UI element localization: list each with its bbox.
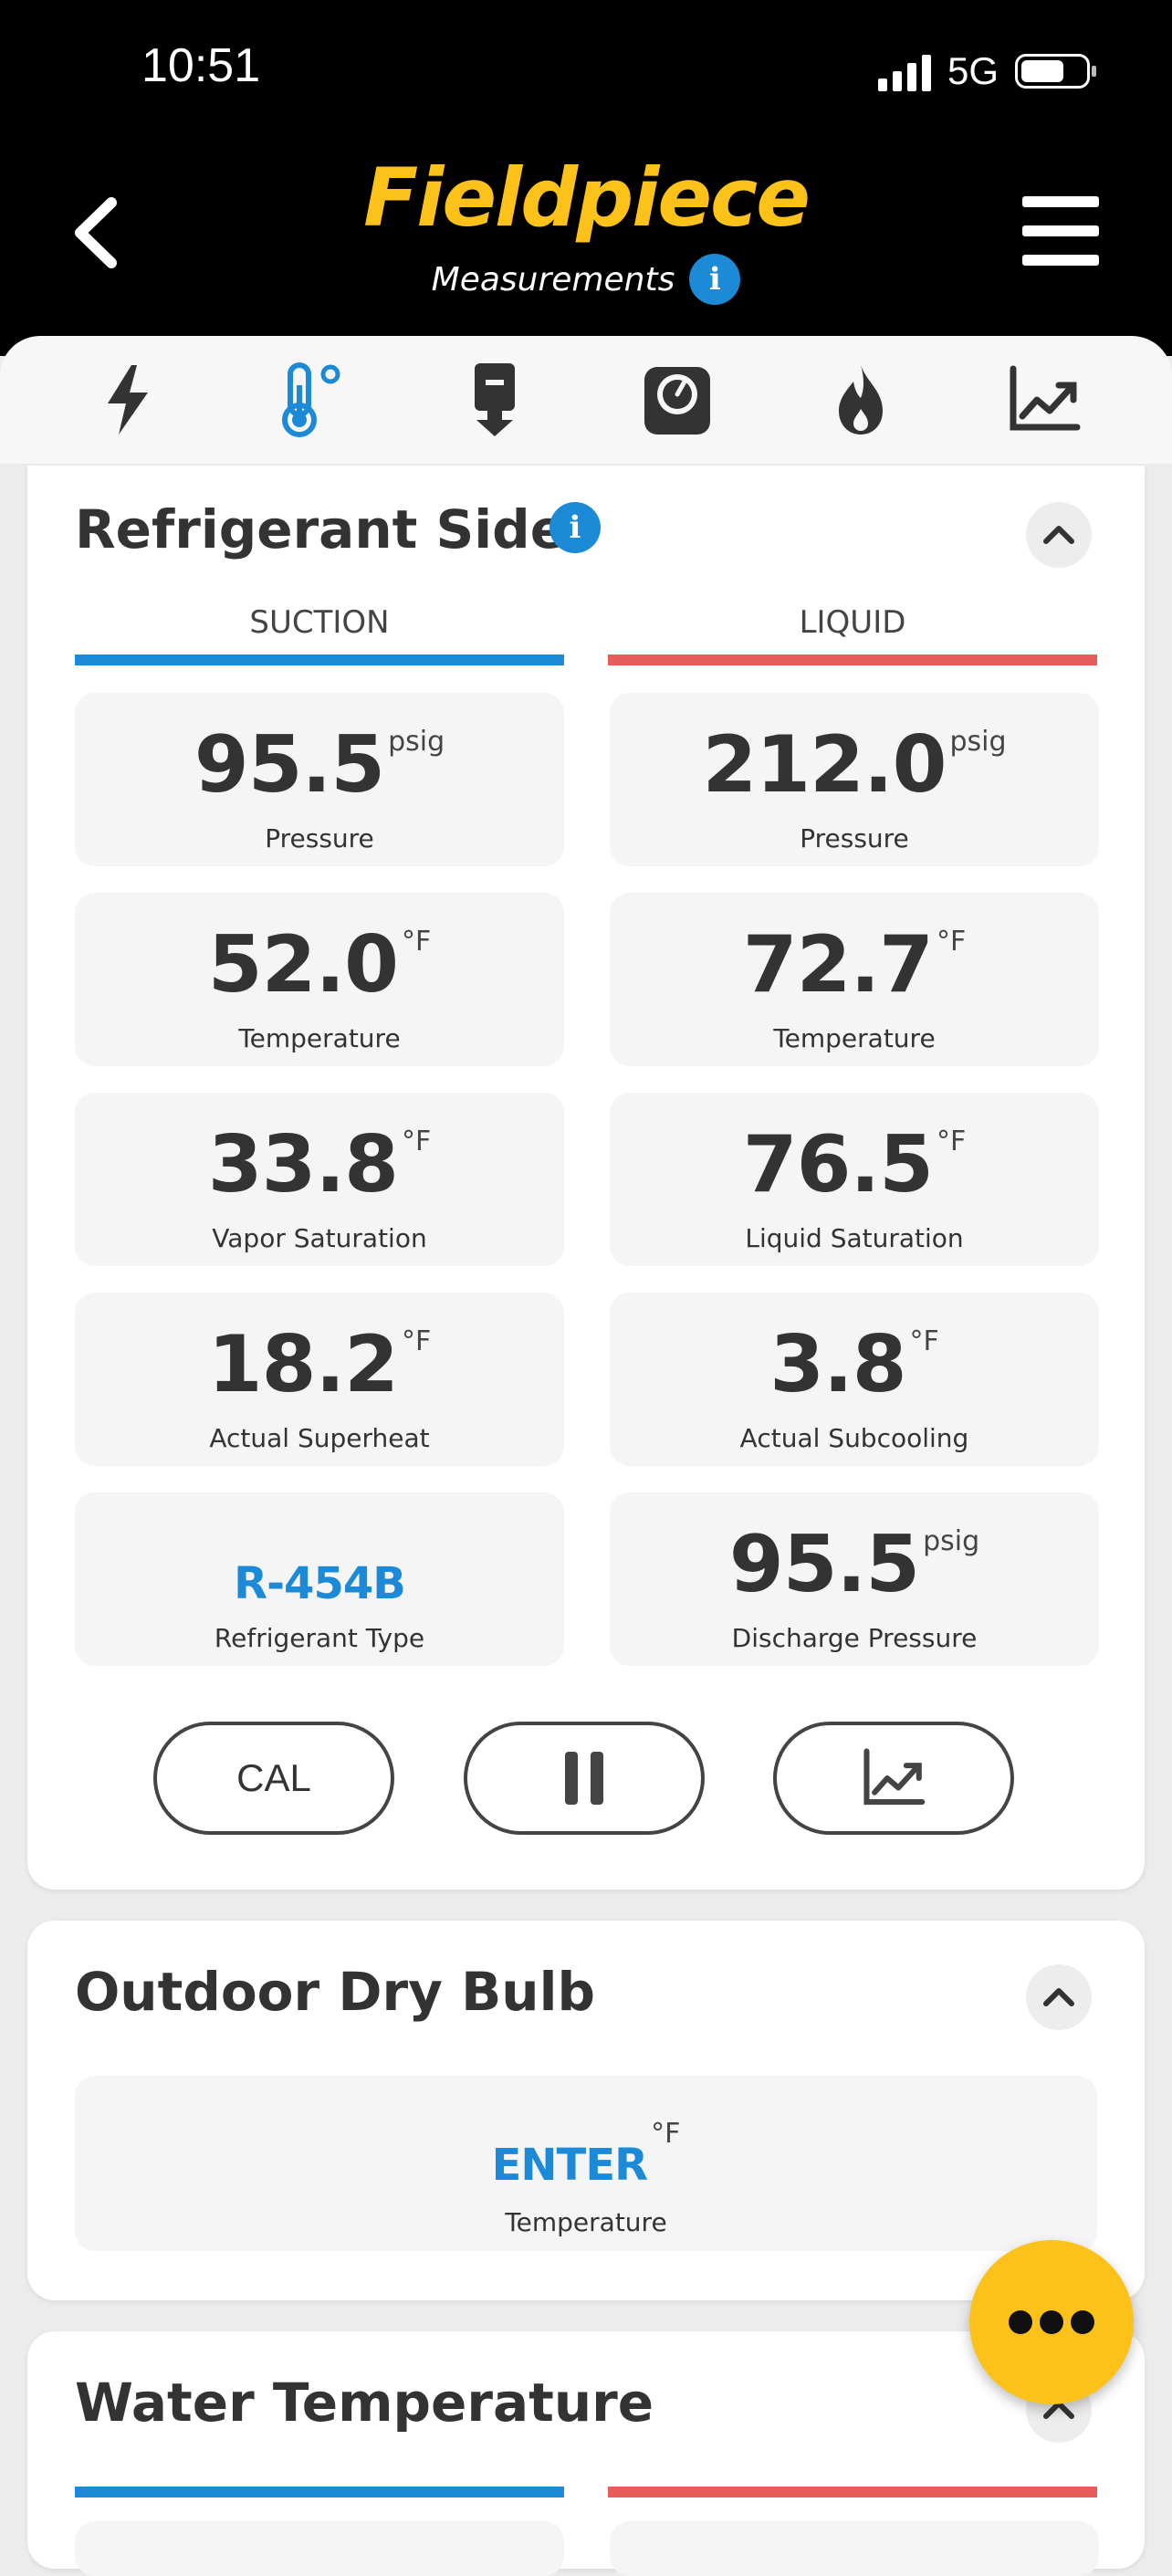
liquid-pressure-tile[interactable]: 212.0 psig Pressure: [610, 693, 1099, 866]
superheat-tile[interactable]: 18.2 °F Actual Superheat: [75, 1293, 564, 1466]
water-temperature-card: Water Temperature: [27, 2331, 1145, 2576]
liquid-saturation-tile[interactable]: 76.5 °F Liquid Saturation: [610, 1093, 1099, 1266]
tile-label: Pressure: [265, 823, 374, 853]
suction-pressure-tile[interactable]: 95.5 psig Pressure: [75, 693, 564, 866]
tile-unit: °F: [909, 1325, 939, 1357]
liquid-temperature-tile[interactable]: 72.7 °F Temperature: [610, 893, 1099, 1066]
pause-button[interactable]: [464, 1722, 705, 1835]
water-tile-right[interactable]: [610, 2521, 1099, 2576]
refrigerant-type-tile[interactable]: R-454B Refrigerant Type: [75, 1492, 564, 1666]
status-indicators: 5G: [877, 44, 1096, 99]
tile-unit: psig: [949, 726, 1007, 758]
suction-header: SUCTION: [249, 604, 390, 641]
gauge-icon: [644, 367, 711, 435]
tab-probe[interactable]: [445, 350, 545, 450]
chart-icon: [863, 1748, 926, 1806]
flame-icon: [838, 365, 883, 435]
suction-temperature-tile[interactable]: 52.0 °F Temperature: [75, 893, 564, 1066]
tile-value: 72.7: [742, 919, 934, 1011]
tab-electrical[interactable]: [78, 350, 178, 450]
tile-label: Discharge Pressure: [731, 1623, 978, 1653]
tile-unit: °F: [936, 1126, 967, 1157]
suction-bar: [75, 654, 564, 665]
water-tile-left[interactable]: [75, 2521, 564, 2576]
battery-icon: [1015, 54, 1096, 89]
tile-value: 95.5: [728, 1519, 920, 1610]
page-subtitle-row: Measurements i: [0, 254, 1172, 305]
tab-charts[interactable]: [994, 350, 1094, 450]
discharge-pressure-tile[interactable]: 95.5 psig Discharge Pressure: [610, 1492, 1099, 1666]
tile-unit: °F: [401, 1126, 432, 1157]
liquid-bar: [608, 654, 1097, 665]
tile-value: 95.5: [194, 719, 385, 811]
network-type: 5G: [947, 49, 999, 92]
tile-value: 76.5: [742, 1119, 934, 1210]
chevron-up-icon: [1043, 526, 1074, 544]
refrigerant-collapse-button[interactable]: [1026, 502, 1092, 568]
tile-label: Temperature: [238, 1023, 401, 1053]
tile-label: Liquid Saturation: [745, 1223, 964, 1253]
brand-logo: Fieldpiece: [363, 151, 811, 245]
info-icon[interactable]: i: [689, 254, 741, 305]
tile-label: Temperature: [773, 1023, 936, 1053]
tile-unit: psig: [923, 1525, 980, 1557]
outdoor-temperature-tile[interactable]: ENTER °F Temperature: [75, 2076, 1097, 2251]
cal-button[interactable]: CAL: [153, 1722, 394, 1835]
outdoor-collapse-button[interactable]: [1026, 1964, 1092, 2030]
tile-label: Actual Superheat: [209, 1423, 430, 1453]
tile-label: Temperature: [505, 2207, 667, 2237]
more-options-button[interactable]: [969, 2240, 1134, 2404]
signal-icon: [877, 51, 931, 91]
tile-unit: °F: [936, 926, 967, 958]
tile-unit: °F: [651, 2118, 681, 2150]
refrigerant-type-value: R-454B: [234, 1558, 406, 1609]
tab-combustion[interactable]: [811, 350, 911, 450]
more-icon: [1009, 2310, 1032, 2334]
chevron-up-icon: [1043, 1988, 1074, 2006]
tile-value: 18.2: [207, 1319, 399, 1410]
status-time: 10:51: [141, 39, 261, 92]
lightning-icon: [108, 365, 149, 435]
subcooling-tile[interactable]: 3.8 °F Actual Subcooling: [610, 1293, 1099, 1466]
tile-label: Pressure: [800, 823, 909, 853]
water-left-bar: [75, 2487, 564, 2497]
refrigerant-card: Refrigerant Side i SUCTION LIQUID 95.5 ps…: [27, 466, 1145, 1890]
chart-icon: [1010, 365, 1081, 431]
tab-temperature[interactable]: [261, 350, 361, 450]
vapor-saturation-tile[interactable]: 33.8 °F Vapor Saturation: [75, 1093, 564, 1266]
tile-label: Vapor Saturation: [212, 1223, 427, 1253]
app-header: 10:51 5G Fieldpiece Measurements i: [0, 0, 1172, 356]
refrigerant-info-icon[interactable]: i: [549, 502, 601, 553]
menu-button[interactable]: [1022, 196, 1099, 266]
tile-label: Actual Subcooling: [739, 1423, 969, 1453]
tile-unit: psig: [388, 726, 445, 758]
pause-icon: [565, 1752, 603, 1805]
water-right-bar: [608, 2487, 1097, 2497]
outdoor-dry-bulb-card: Outdoor Dry Bulb ENTER °F Temperature: [27, 1921, 1145, 2300]
tile-unit: °F: [401, 1325, 432, 1357]
probe-icon: [474, 363, 515, 436]
cal-label: CAL: [236, 1756, 311, 1799]
chart-button[interactable]: [773, 1722, 1014, 1835]
refrigerant-title: Refrigerant Side: [75, 498, 567, 560]
tile-label: Refrigerant Type: [214, 1623, 425, 1653]
tile-value: 212.0: [702, 719, 947, 811]
tab-gauge[interactable]: [627, 350, 727, 450]
tile-value: 3.8: [769, 1319, 906, 1410]
liquid-header: LIQUID: [799, 604, 906, 641]
thermometer-icon: [281, 362, 340, 437]
enter-value[interactable]: ENTER: [492, 2143, 648, 2187]
tile-unit: °F: [401, 926, 432, 958]
page-subtitle: Measurements: [431, 260, 675, 298]
water-title: Water Temperature: [75, 2372, 654, 2434]
tile-value: 52.0: [207, 919, 399, 1011]
measurement-tabs: [0, 336, 1172, 464]
tile-value: 33.8: [207, 1119, 399, 1210]
outdoor-title: Outdoor Dry Bulb: [75, 1961, 595, 2023]
